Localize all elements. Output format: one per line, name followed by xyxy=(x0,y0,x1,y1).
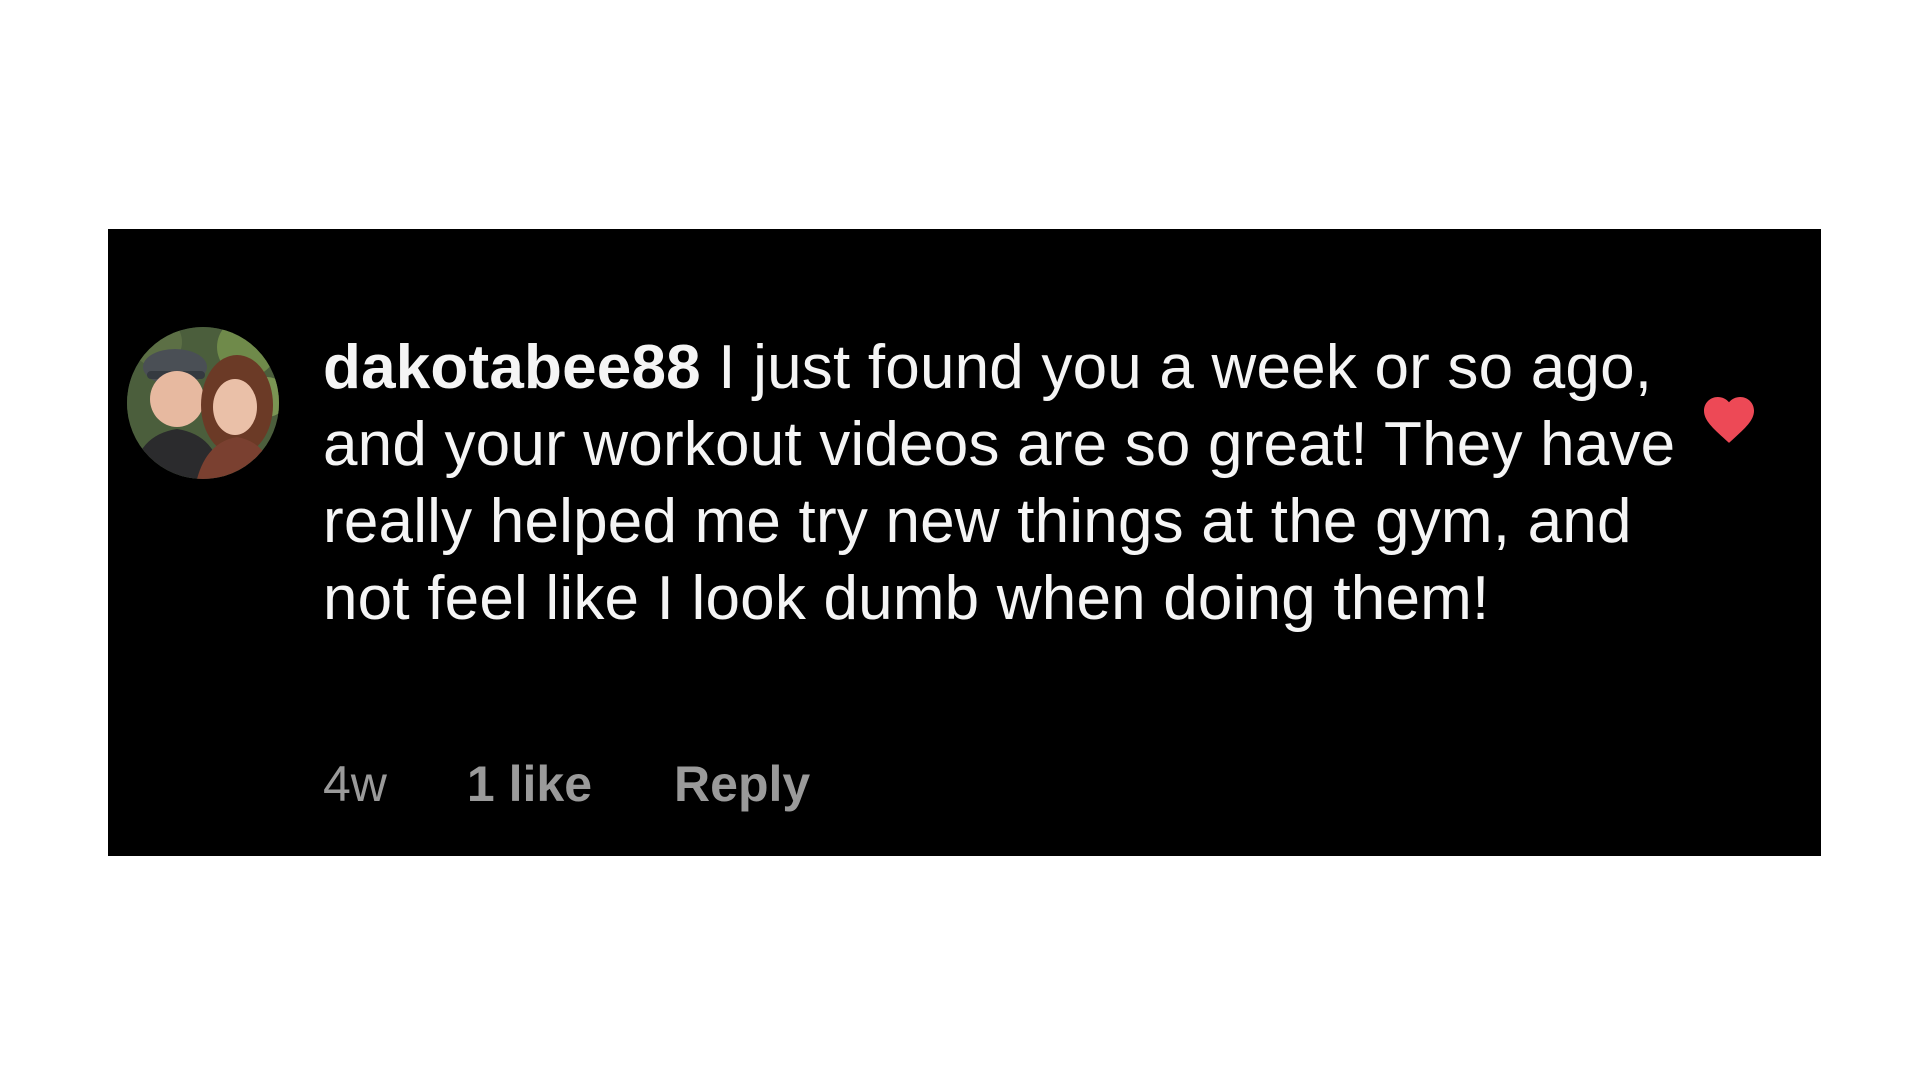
comment-card: dakotabee88 I just found you a week or s… xyxy=(108,229,1821,856)
like-count[interactable]: 1 like xyxy=(467,755,592,813)
avatar-image xyxy=(127,327,279,479)
heart-shape xyxy=(1704,397,1754,443)
comment-timestamp: 4w xyxy=(323,756,387,812)
heart-icon[interactable] xyxy=(1699,389,1759,445)
comment-body: dakotabee88 I just found you a week or s… xyxy=(323,329,1693,637)
comment-username[interactable]: dakotabee88 xyxy=(323,333,701,402)
heart-path xyxy=(1704,397,1754,443)
avatar[interactable] xyxy=(127,327,279,479)
reply-button[interactable]: Reply xyxy=(674,755,810,813)
comment-meta: 4w 1 like Reply xyxy=(323,749,810,819)
